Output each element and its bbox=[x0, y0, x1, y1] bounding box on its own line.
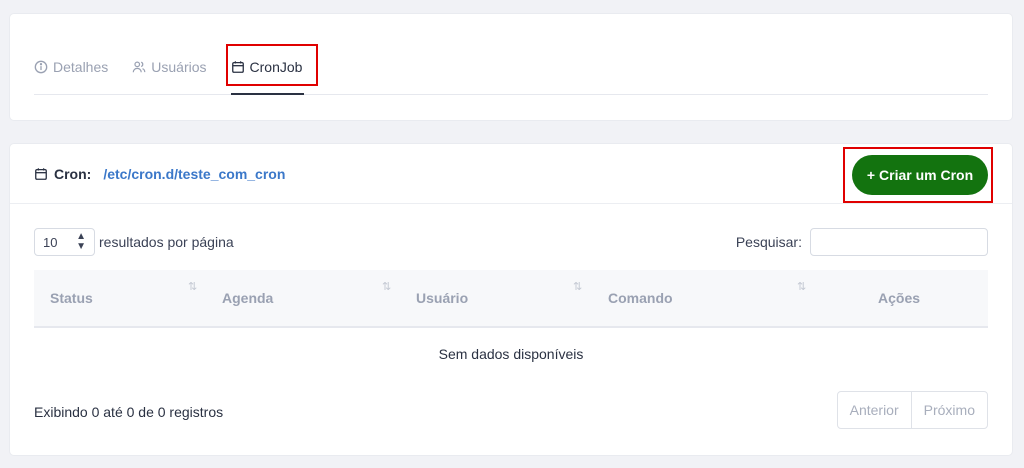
column-header-status[interactable]: Status bbox=[50, 270, 93, 326]
users-icon bbox=[132, 61, 146, 73]
search-label: Pesquisar: bbox=[735, 234, 802, 250]
sort-icon[interactable]: ⇅ bbox=[573, 280, 582, 293]
cron-title: Cron: bbox=[34, 166, 91, 182]
search-control: Pesquisar: bbox=[736, 228, 988, 256]
column-header-acoes: Ações bbox=[878, 290, 921, 306]
cron-path-link[interactable]: /etc/cron.d/teste_com_cron bbox=[103, 166, 285, 182]
previous-page-button[interactable]: Anterior bbox=[838, 392, 911, 428]
sort-arrows-icon: ▲ ▼ bbox=[76, 231, 86, 252]
column-header-comando[interactable]: Comando bbox=[608, 270, 673, 326]
tab-detalhes[interactable]: Detalhes bbox=[34, 54, 108, 80]
sort-icon[interactable]: ⇅ bbox=[797, 280, 806, 293]
column-header-agenda[interactable]: Agenda bbox=[222, 270, 273, 326]
table-info: Exibindo 0 até 0 de 0 registros bbox=[34, 404, 224, 420]
tab-usuarios[interactable]: Usuários bbox=[132, 54, 207, 80]
highlight-cronjob-tab bbox=[226, 44, 318, 86]
next-page-button[interactable]: Próximo bbox=[910, 392, 987, 428]
page-size-select[interactable]: 10 ▲ ▼ bbox=[34, 228, 95, 256]
tab-label: Usuários bbox=[151, 59, 207, 75]
tabs-card: Detalhes Usuários CronJob bbox=[10, 14, 1012, 120]
search-input[interactable] bbox=[810, 228, 988, 256]
column-header-usuario[interactable]: Usuário bbox=[416, 270, 468, 326]
page-length-control: 10 ▲ ▼ resultados por página bbox=[34, 228, 234, 256]
sort-icon[interactable]: ⇅ bbox=[188, 280, 197, 293]
cron-label: Cron: bbox=[54, 165, 92, 182]
info-icon bbox=[34, 60, 48, 74]
table-header: Status ⇅ Agenda ⇅ Usuário ⇅ Comando ⇅ Aç… bbox=[34, 270, 988, 328]
tab-bar: Detalhes Usuários CronJob bbox=[34, 54, 988, 95]
page-size-suffix: resultados por página bbox=[99, 234, 234, 250]
calendar-icon bbox=[35, 167, 47, 180]
empty-table-message: Sem dados disponíveis bbox=[438, 346, 584, 362]
tab-label: Detalhes bbox=[53, 59, 109, 75]
pagination: Anterior Próximo bbox=[836, 391, 988, 429]
sort-icon[interactable]: ⇅ bbox=[382, 280, 391, 293]
page-size-value: 10 bbox=[43, 234, 58, 250]
highlight-create-button bbox=[843, 147, 993, 203]
